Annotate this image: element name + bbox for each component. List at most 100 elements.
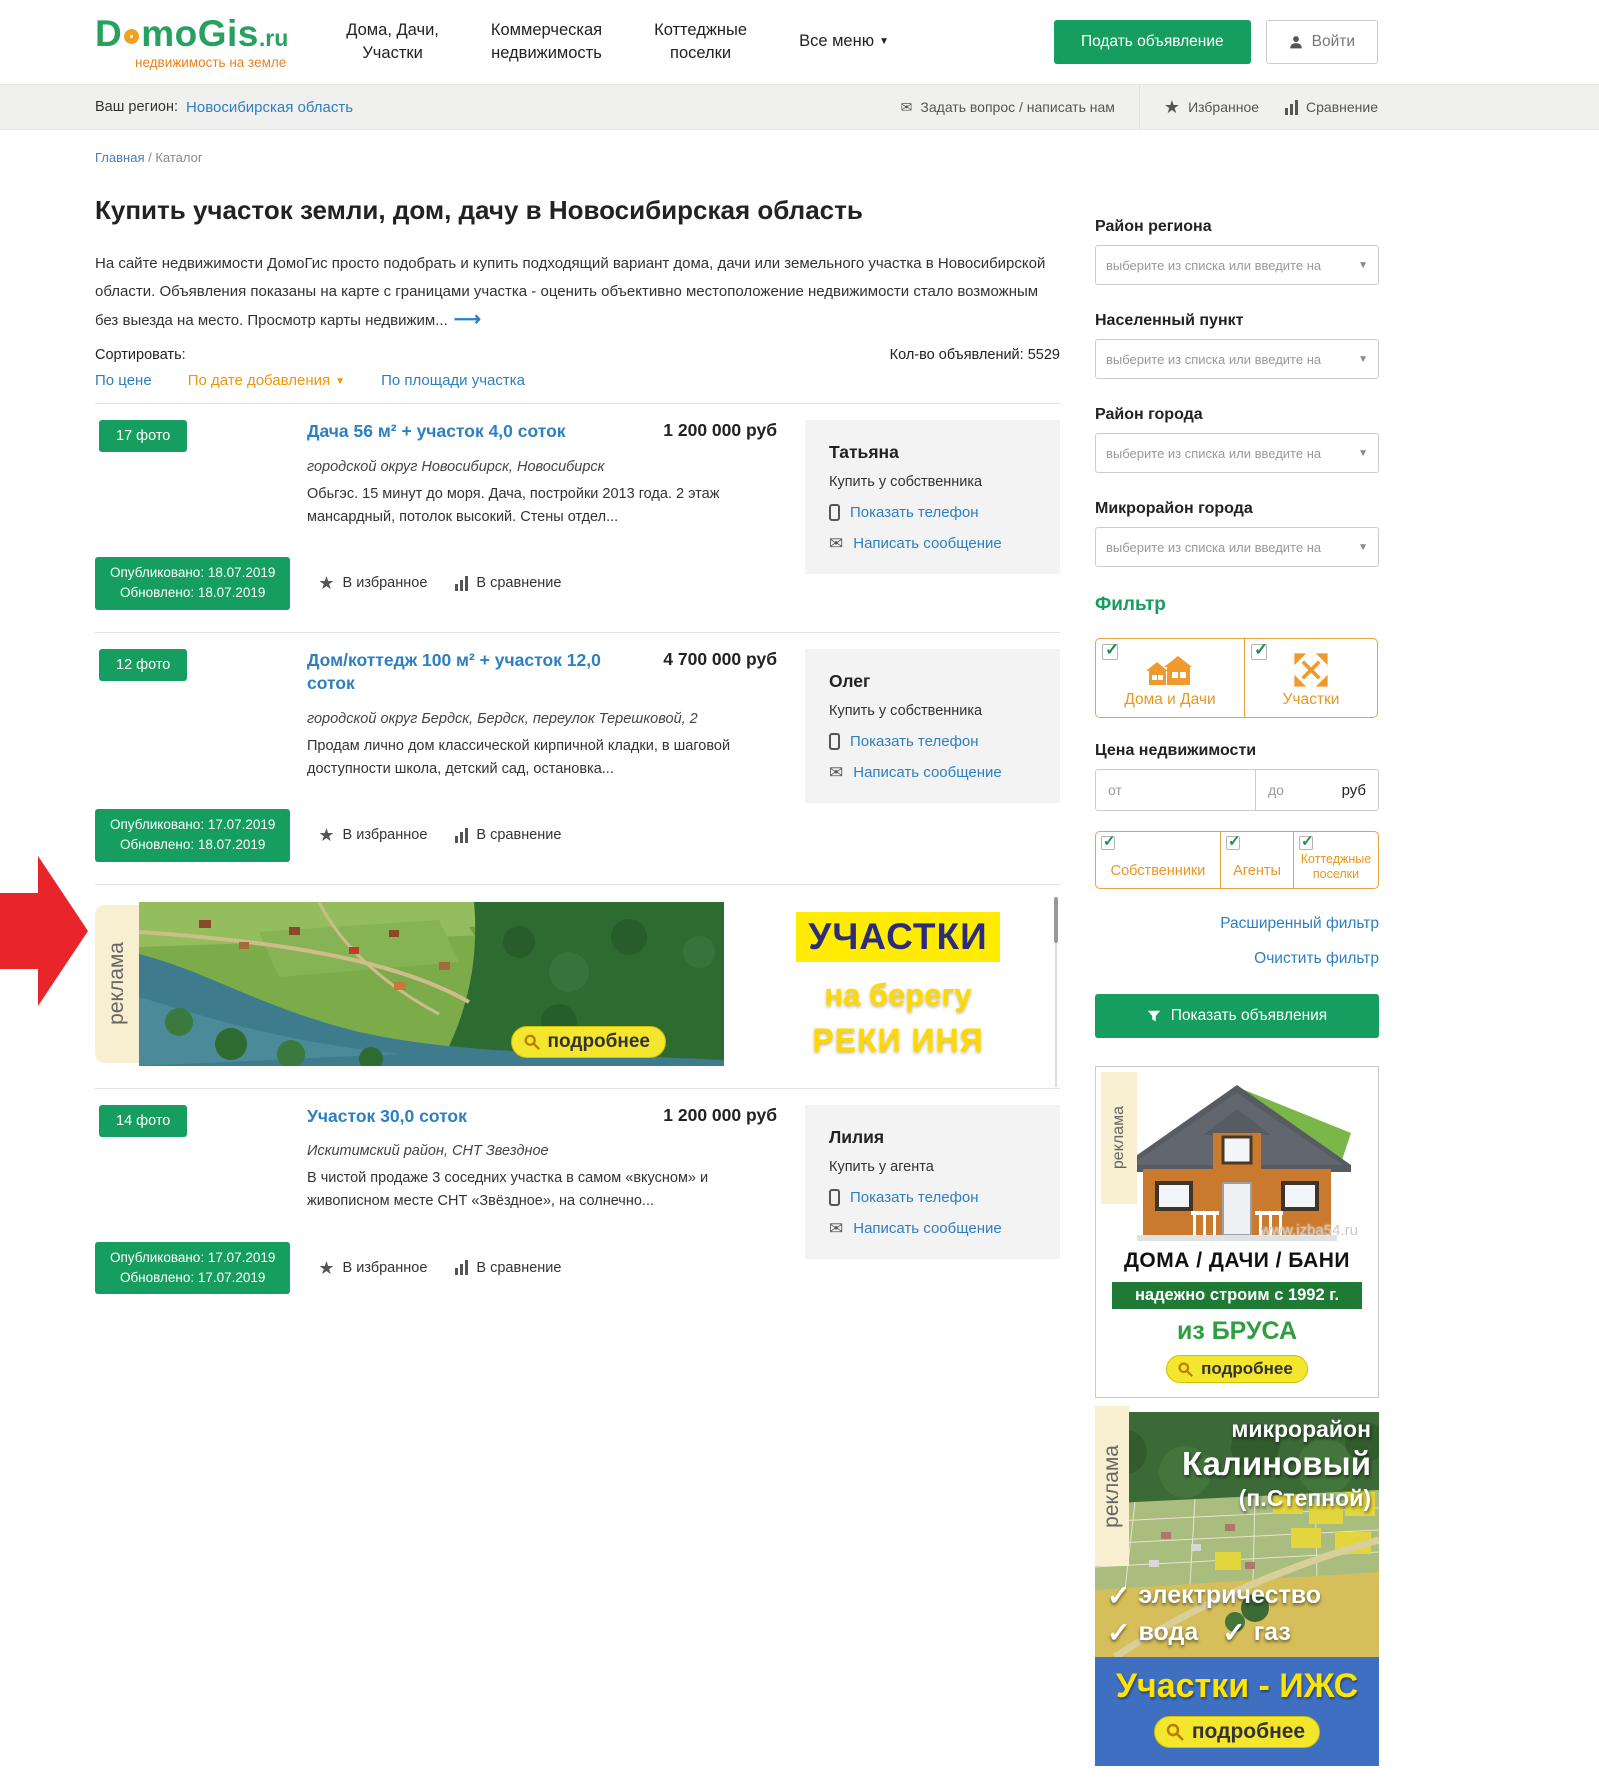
filter-sidebar: Район региона выберите из списка или вве… bbox=[1095, 218, 1379, 1766]
breadcrumb-home[interactable]: Главная bbox=[95, 150, 144, 165]
chevron-down-icon: ▼ bbox=[1358, 448, 1368, 459]
region-link[interactable]: Новосибирская область bbox=[186, 99, 353, 116]
expand-arrows-icon bbox=[1292, 651, 1330, 689]
ad-label-strip: реклама bbox=[95, 905, 139, 1063]
favorites-link[interactable]: ★ Избранное bbox=[1164, 85, 1259, 129]
listing-title-link[interactable]: Участок 30,0 соток bbox=[307, 1105, 637, 1129]
listing-price: 1 200 000 руб bbox=[663, 420, 777, 441]
ad-district-title: микрорайон Калиновый (п.Степной) bbox=[1182, 1416, 1371, 1512]
select-settlement[interactable]: выберите из списка или введите на▼ bbox=[1095, 339, 1379, 379]
phone-icon bbox=[829, 733, 840, 750]
sidebar-ad-timber-houses[interactable]: реклама www.izba54.ru bbox=[1095, 1066, 1379, 1398]
seller-cottage-villages-checkbox-card[interactable]: Коттеджные поселки bbox=[1293, 831, 1379, 889]
seller-owners-checkbox-card[interactable]: Собственники bbox=[1095, 831, 1221, 889]
listing-title-link[interactable]: Дача 56 м² + участок 4,0 соток bbox=[307, 420, 637, 444]
send-message-link[interactable]: ✉ Написать сообщение bbox=[829, 535, 1036, 552]
contact-name: Олег bbox=[829, 671, 1036, 692]
select-microdistrict[interactable]: выберите из списка или введите на▼ bbox=[1095, 527, 1379, 567]
advanced-filter-link[interactable]: Расширенный фильтр bbox=[1095, 915, 1379, 933]
add-favorite-button[interactable]: ★В избранное bbox=[318, 1259, 427, 1277]
check-icon: ✓ bbox=[1222, 1616, 1245, 1649]
add-favorite-button[interactable]: ★В избранное bbox=[318, 574, 427, 592]
checkbox-checked-icon[interactable] bbox=[1226, 836, 1240, 850]
login-button[interactable]: Войти bbox=[1266, 20, 1378, 64]
select-city-district[interactable]: выберите из списка или введите на▼ bbox=[1095, 433, 1379, 473]
ask-question-link[interactable]: ✉ Задать вопрос / написать нам bbox=[901, 85, 1115, 129]
inline-ad-banner[interactable]: реклама bbox=[95, 884, 1060, 1088]
magnifier-icon bbox=[1165, 1722, 1185, 1742]
sort-by-date[interactable]: По дате добавления▼ bbox=[188, 372, 345, 389]
add-compare-button[interactable]: В сравнение bbox=[455, 827, 561, 843]
send-message-link[interactable]: ✉ Написать сообщение bbox=[829, 764, 1036, 781]
compare-link[interactable]: Сравнение bbox=[1285, 85, 1378, 129]
red-arrow-annotation bbox=[0, 856, 88, 1006]
price-to-input[interactable]: до руб bbox=[1256, 770, 1378, 810]
photo-count-badge[interactable]: 12 фото bbox=[99, 649, 187, 681]
listing-title-link[interactable]: Дом/коттедж 100 м² + участок 12,0 соток bbox=[307, 649, 637, 696]
select-region-district[interactable]: выберите из списка или введите на▼ bbox=[1095, 245, 1379, 285]
add-compare-button[interactable]: В сравнение bbox=[455, 1260, 561, 1276]
ad-more-button[interactable]: подробнее bbox=[1166, 1355, 1308, 1383]
contact-type: Купить у собственника bbox=[829, 703, 1036, 719]
clear-filter-link[interactable]: Очистить фильтр bbox=[1095, 950, 1379, 968]
show-listings-button[interactable]: Показать объявления bbox=[1095, 994, 1379, 1038]
envelope-icon: ✉ bbox=[829, 535, 843, 552]
filter-label-city-district: Район города bbox=[1095, 406, 1379, 424]
add-favorite-button[interactable]: ★В избранное bbox=[318, 826, 427, 844]
price-range-inputs: от до руб bbox=[1095, 769, 1379, 811]
check-icon: ✓ bbox=[1107, 1579, 1130, 1612]
intro-text: На сайте недвижимости ДомоГис просто под… bbox=[95, 250, 1060, 335]
show-phone-link[interactable]: Показать телефон bbox=[829, 733, 1036, 750]
contact-card: Татьяна Купить у собственника Показать т… bbox=[805, 420, 1060, 574]
checkbox-checked-icon[interactable] bbox=[1102, 644, 1118, 660]
nav-cottage-villages[interactable]: Коттеджныепоселки bbox=[654, 19, 747, 65]
ad-frame-scrollbar[interactable] bbox=[1052, 897, 1060, 1087]
scrollbar-thumb[interactable] bbox=[1054, 897, 1058, 943]
chevron-down-icon: ▼ bbox=[1358, 542, 1368, 553]
add-compare-button[interactable]: В сравнение bbox=[455, 575, 561, 591]
sort-by-area[interactable]: По площади участка bbox=[381, 372, 525, 389]
checkbox-checked-icon[interactable] bbox=[1251, 644, 1267, 660]
send-message-link[interactable]: ✉ Написать сообщение bbox=[829, 1220, 1036, 1237]
house-icon bbox=[1144, 655, 1196, 691]
seller-agents-checkbox-card[interactable]: Агенты bbox=[1220, 831, 1294, 889]
checkbox-checked-icon[interactable] bbox=[1299, 836, 1313, 850]
nav-commercial[interactable]: Коммерческаянедвижимость bbox=[491, 19, 602, 65]
post-ad-button[interactable]: Подать объявление bbox=[1054, 20, 1251, 64]
checkbox-checked-icon[interactable] bbox=[1101, 836, 1115, 850]
ad-photo-river-plots[interactable]: подробнее bbox=[139, 902, 724, 1066]
envelope-icon: ✉ bbox=[829, 764, 843, 781]
nav-houses-dachas[interactable]: Дома, Дачи,Участки bbox=[346, 19, 439, 65]
chevron-down-icon: ▼ bbox=[335, 376, 345, 387]
star-icon: ★ bbox=[318, 826, 334, 844]
phone-icon bbox=[829, 1189, 840, 1206]
nav-all-menu[interactable]: Все меню▼ bbox=[799, 30, 889, 53]
sidebar-ad-kalinovy-district[interactable]: реклама микрорайон Калиновый (п.Степной)… bbox=[1095, 1412, 1379, 1766]
show-phone-link[interactable]: Показать телефон bbox=[829, 504, 1036, 521]
breadcrumb: Главная / Каталог bbox=[95, 150, 1599, 165]
read-more-arrow-icon[interactable]: ⟶ bbox=[454, 309, 481, 330]
star-icon: ★ bbox=[318, 574, 334, 592]
ad-watermark-url: www.izba54.ru bbox=[1260, 1222, 1358, 1239]
photo-count-badge[interactable]: 17 фото bbox=[99, 420, 187, 452]
site-logo[interactable]: D moGis .ru недвижимость на земле bbox=[95, 15, 288, 70]
show-phone-link[interactable]: Показать телефон bbox=[829, 1189, 1036, 1206]
magnifier-icon bbox=[1177, 1361, 1194, 1378]
dates-badge: Опубликовано: 17.07.2019 Обновлено: 17.0… bbox=[95, 1242, 290, 1295]
category-plots-checkbox-card[interactable]: Участки bbox=[1244, 638, 1378, 718]
chevron-down-icon: ▼ bbox=[1358, 354, 1368, 365]
ad-slogan[interactable]: УЧАСТКИ на берегу РЕКИ ИНЯ bbox=[772, 902, 1024, 1066]
envelope-icon: ✉ bbox=[901, 99, 913, 116]
listing-row: 17 фото Дача 56 м² + участок 4,0 соток 1… bbox=[95, 403, 1060, 632]
ad-slogan-band: надежно строим с 1992 г. bbox=[1112, 1282, 1362, 1309]
sort-by-price[interactable]: По цене bbox=[95, 372, 152, 389]
category-houses-checkbox-card[interactable]: Дома и Дачи bbox=[1095, 638, 1245, 718]
ad-more-button[interactable]: подробнее bbox=[1154, 1716, 1320, 1748]
price-from-input[interactable]: от bbox=[1096, 770, 1256, 810]
photo-count-badge[interactable]: 14 фото bbox=[99, 1105, 187, 1137]
ad-more-button[interactable]: подробнее bbox=[511, 1026, 666, 1058]
bar-chart-icon bbox=[455, 828, 468, 843]
listing-row: 12 фото Дом/коттедж 100 м² + участок 12,… bbox=[95, 632, 1060, 884]
ad-title: ДОМА / ДАЧИ / БАНИ bbox=[1100, 1249, 1374, 1273]
phone-icon bbox=[829, 504, 840, 521]
